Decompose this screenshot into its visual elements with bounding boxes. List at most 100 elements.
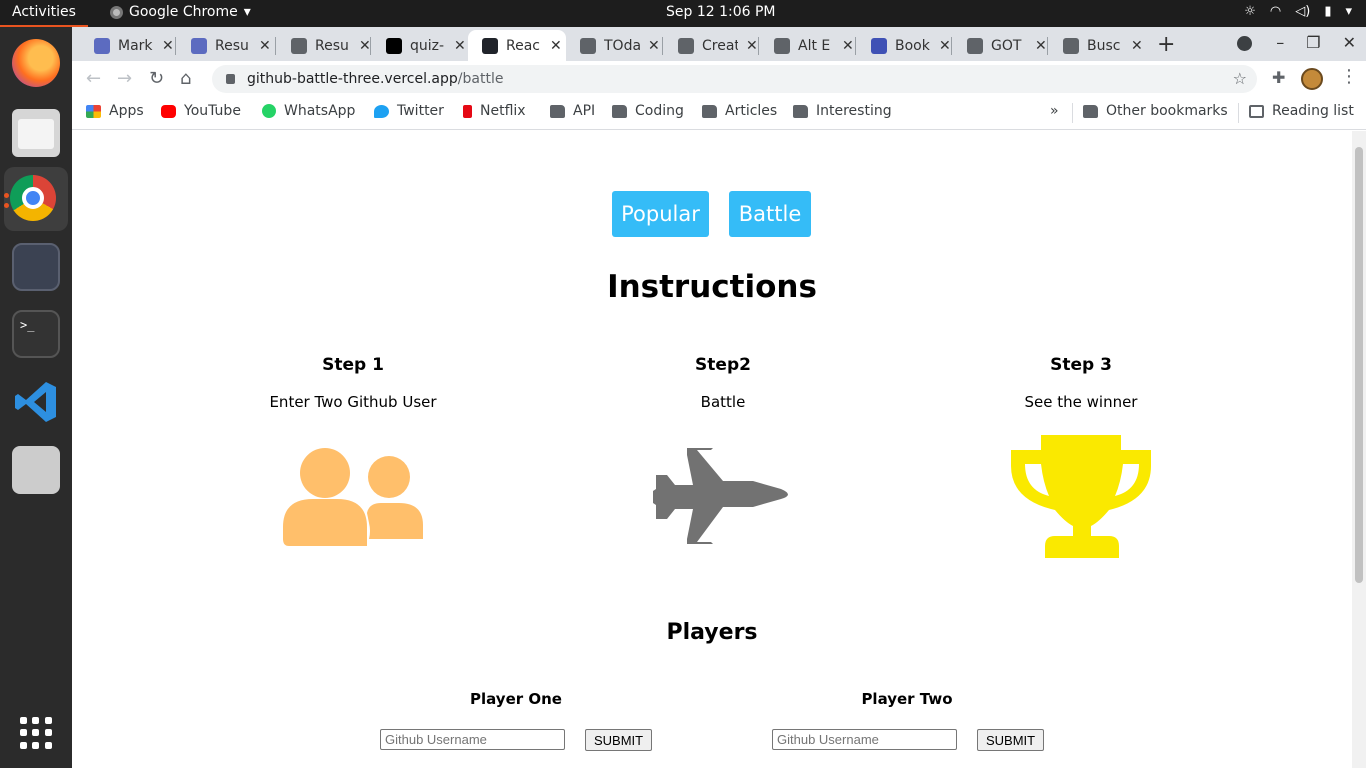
reading-list[interactable]: Reading list <box>1249 103 1354 119</box>
browser-tab[interactable]: Reac ✕ <box>468 30 566 61</box>
bookmark-label: Interesting <box>816 103 892 119</box>
bookmark-twitter[interactable]: Twitter <box>374 103 444 119</box>
bookmark-label: Netflix <box>480 103 526 119</box>
app-name: Google Chrome <box>129 4 238 20</box>
page-content: Popular Battle Instructions Step 1 Enter… <box>72 131 1352 768</box>
bookmark-label: Coding <box>635 103 684 119</box>
youtube-icon <box>161 104 176 118</box>
clock[interactable]: Sep 12 1:06 PM <box>666 4 776 20</box>
bookmark-whatsapp[interactable]: WhatsApp <box>262 103 355 119</box>
browser-tab[interactable]: quiz- ✕ <box>372 30 466 61</box>
tab-favicon-icon <box>386 37 402 54</box>
bookmark-star-icon[interactable]: ☆ <box>1233 69 1247 88</box>
browser-tab[interactable]: Alt E ✕ <box>760 30 854 61</box>
tab-close-icon[interactable]: ✕ <box>1035 38 1047 54</box>
vscode-icon[interactable] <box>12 378 60 426</box>
tab-search-icon[interactable] <box>1237 36 1252 51</box>
running-indicator <box>4 203 9 208</box>
tab-close-icon[interactable]: ✕ <box>746 38 758 54</box>
bookmarks-separator <box>1238 103 1239 123</box>
browser-tab[interactable]: Book ✕ <box>857 30 951 61</box>
apps-grid-icon <box>86 104 101 118</box>
tab-favicon-icon <box>94 37 110 54</box>
address-bar[interactable]: github-battle-three.vercel.app/battle ☆ <box>212 65 1257 93</box>
files-icon[interactable] <box>12 109 60 157</box>
folder-icon <box>612 104 627 118</box>
tab-favicon-icon <box>774 37 790 54</box>
bookmark-folder-api[interactable]: API <box>550 103 595 119</box>
home-icon[interactable]: ⌂ <box>180 68 191 89</box>
step-1: Step 1 Enter Two Github User <box>193 355 513 411</box>
profile-avatar[interactable] <box>1301 68 1323 90</box>
tab-close-icon[interactable]: ✕ <box>842 38 854 54</box>
tab-close-icon[interactable]: ✕ <box>550 38 562 54</box>
system-tray[interactable]: ☼ ◠ ◁) ▮ ▾ <box>1244 4 1352 19</box>
browser-tab[interactable]: GOT ✕ <box>953 30 1047 61</box>
tab-close-icon[interactable]: ✕ <box>454 38 466 54</box>
minimize-icon[interactable]: – <box>1276 33 1284 52</box>
terminal-icon[interactable]: >_ <box>12 310 60 358</box>
extensions-icon[interactable]: ✚ <box>1272 68 1285 87</box>
users-icon <box>283 447 425 551</box>
bookmark-apps[interactable]: Apps <box>86 103 144 119</box>
bookmarks-bar: Apps YouTube WhatsApp Twitter Netflix AP… <box>72 97 1366 130</box>
browser-tab[interactable]: Busc ✕ <box>1049 30 1143 61</box>
tab-close-icon[interactable]: ✕ <box>1131 38 1143 54</box>
step-description: Battle <box>700 393 746 411</box>
show-applications-icon[interactable] <box>20 717 52 749</box>
browser-tab[interactable]: TOda ✕ <box>566 30 660 61</box>
tab-strip: Mark ✕ Resu ✕ Resu ✕ quiz- ✕ Reac ✕ TOda ✕ Creat ✕ Alt… <box>72 27 1366 61</box>
tab-title: Resu <box>315 37 349 54</box>
bookmark-folder-coding[interactable]: Coding <box>612 103 684 119</box>
close-icon[interactable]: ✕ <box>1343 33 1356 52</box>
player-one-submit-button[interactable]: SUBMIT <box>585 729 653 751</box>
forward-icon[interactable]: → <box>117 68 132 89</box>
new-tab-button[interactable]: + <box>1157 32 1175 57</box>
page-scrollbar[interactable] <box>1352 131 1366 768</box>
chrome-icon <box>10 175 56 221</box>
chevron-down-icon: ▾ <box>1345 4 1352 19</box>
system-monitor-icon[interactable] <box>12 243 60 291</box>
window-controls: – ❐ ✕ <box>1276 33 1356 52</box>
whatsapp-icon <box>262 104 276 118</box>
player-two-submit-button[interactable]: SUBMIT <box>977 729 1045 751</box>
tab-close-icon[interactable]: ✕ <box>359 38 371 54</box>
bookmark-label: Twitter <box>397 103 444 119</box>
app-menu[interactable]: Google Chrome ▾ <box>110 4 251 20</box>
player-two-username-input[interactable] <box>772 729 957 750</box>
browser-tab[interactable]: Resu ✕ <box>177 30 271 61</box>
tab-close-icon[interactable]: ✕ <box>162 38 174 54</box>
maximize-icon[interactable]: ❐ <box>1306 33 1320 52</box>
browser-tab[interactable]: Creat ✕ <box>664 30 758 61</box>
tab-close-icon[interactable]: ✕ <box>939 38 951 54</box>
bookmark-youtube[interactable]: YouTube <box>161 103 241 119</box>
nav-battle-button[interactable]: Battle <box>729 191 811 237</box>
tab-title: Alt E <box>798 37 831 54</box>
scrollbar-thumb[interactable] <box>1355 147 1363 583</box>
menu-icon[interactable]: ⋮ <box>1340 66 1358 87</box>
bookmark-netflix[interactable]: Netflix <box>463 103 526 119</box>
activities-button[interactable]: Activities <box>12 4 76 20</box>
twitter-icon <box>374 104 389 118</box>
browser-tab[interactable]: Mark ✕ <box>80 30 174 61</box>
netflix-icon <box>463 104 472 118</box>
instructions-title: Instructions <box>607 269 817 305</box>
folder-icon <box>702 104 717 118</box>
player-one-username-input[interactable] <box>380 729 565 750</box>
bookmark-folder-articles[interactable]: Articles <box>702 103 777 119</box>
bookmarks-overflow-button[interactable]: » <box>1050 103 1059 119</box>
back-icon[interactable]: ← <box>86 68 101 89</box>
disc-icon[interactable] <box>12 446 60 494</box>
tab-favicon-icon <box>191 37 207 54</box>
chrome-dock-item[interactable] <box>4 167 68 231</box>
firefox-icon[interactable] <box>12 39 60 87</box>
tab-close-icon[interactable]: ✕ <box>648 38 660 54</box>
tab-close-icon[interactable]: ✕ <box>259 38 271 54</box>
other-bookmarks[interactable]: Other bookmarks <box>1083 103 1228 119</box>
bookmark-folder-interesting[interactable]: Interesting <box>793 103 892 119</box>
browser-toolbar: ← → ↻ ⌂ github-battle-three.vercel.app/b… <box>72 61 1366 97</box>
reload-icon[interactable]: ↻ <box>149 68 164 89</box>
browser-tab[interactable]: Resu ✕ <box>277 30 371 61</box>
lock-icon[interactable] <box>226 74 235 84</box>
nav-popular-button[interactable]: Popular <box>612 191 709 237</box>
